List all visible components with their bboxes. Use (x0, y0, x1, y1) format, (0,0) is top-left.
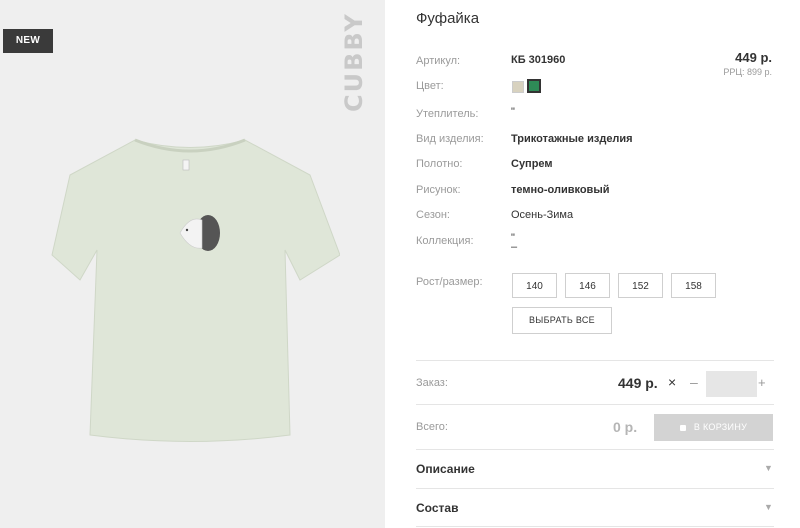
composition-accordion[interactable]: Состав (416, 501, 458, 515)
cart-icon (679, 424, 686, 431)
size-option-152[interactable]: 152 (618, 273, 663, 298)
divider (416, 360, 774, 361)
color-swatch-beige[interactable] (512, 81, 524, 93)
article-label: Артикул: (416, 55, 461, 67)
color-swatch-green[interactable] (527, 79, 541, 93)
divider (416, 404, 774, 405)
pattern-value: темно-оливковый (511, 184, 610, 196)
order-label: Заказ: (416, 377, 448, 389)
brand-logo: CUBBY (340, 12, 368, 112)
divider (416, 449, 774, 450)
decrease-quantity-button[interactable]: – (690, 374, 698, 390)
divider (416, 488, 774, 489)
new-badge: NEW (3, 29, 53, 53)
product-image[interactable]: NEW CUBBY (0, 0, 385, 528)
size-label: Рост/размер: (416, 276, 483, 288)
order-unit-price: 449 р. (618, 375, 658, 391)
size-option-140[interactable]: 140 (512, 273, 557, 298)
total-value: 0 р. (613, 419, 638, 435)
total-label: Всего: (416, 421, 448, 433)
collection-value-secondary: – (511, 241, 518, 253)
collection-label: Коллекция: (416, 235, 474, 247)
description-accordion[interactable]: Описание (416, 462, 475, 476)
fabric-value: Супрем (511, 158, 553, 170)
season-value: Осень-Зима (511, 209, 574, 221)
product-price: 449 р. (735, 50, 772, 65)
pattern-label: Рисунок: (416, 184, 461, 196)
size-option-146[interactable]: 146 (565, 273, 610, 298)
size-option-158[interactable]: 158 (671, 273, 716, 298)
type-label: Вид изделия: (416, 133, 484, 145)
tshirt-illustration (51, 138, 340, 442)
season-label: Сезон: (416, 209, 450, 221)
select-all-sizes-button[interactable]: ВЫБРАТЬ ВСЕ (512, 307, 612, 334)
recommended-price: РРЦ: 899 р. (723, 67, 772, 77)
insulation-label: Утеплитель: (416, 108, 479, 120)
chevron-down-icon[interactable]: ▼ (764, 463, 773, 473)
article-value: КБ 301960 (511, 54, 566, 66)
fabric-label: Полотно: (416, 158, 463, 170)
product-title: Фуфайка (416, 10, 480, 27)
insulation-value: " (511, 106, 515, 118)
add-to-cart-label: В КОРЗИНУ (693, 422, 748, 432)
chevron-down-icon[interactable]: ▼ (764, 502, 773, 512)
quantity-input[interactable] (706, 371, 757, 397)
color-label: Цвет: (416, 80, 444, 92)
multiply-icon: × (668, 374, 677, 390)
add-to-cart-button[interactable]: В КОРЗИНУ (654, 414, 773, 441)
type-value: Трикотажные изделия (511, 133, 633, 145)
increase-quantity-button[interactable]: + (758, 375, 766, 390)
divider (416, 526, 774, 527)
